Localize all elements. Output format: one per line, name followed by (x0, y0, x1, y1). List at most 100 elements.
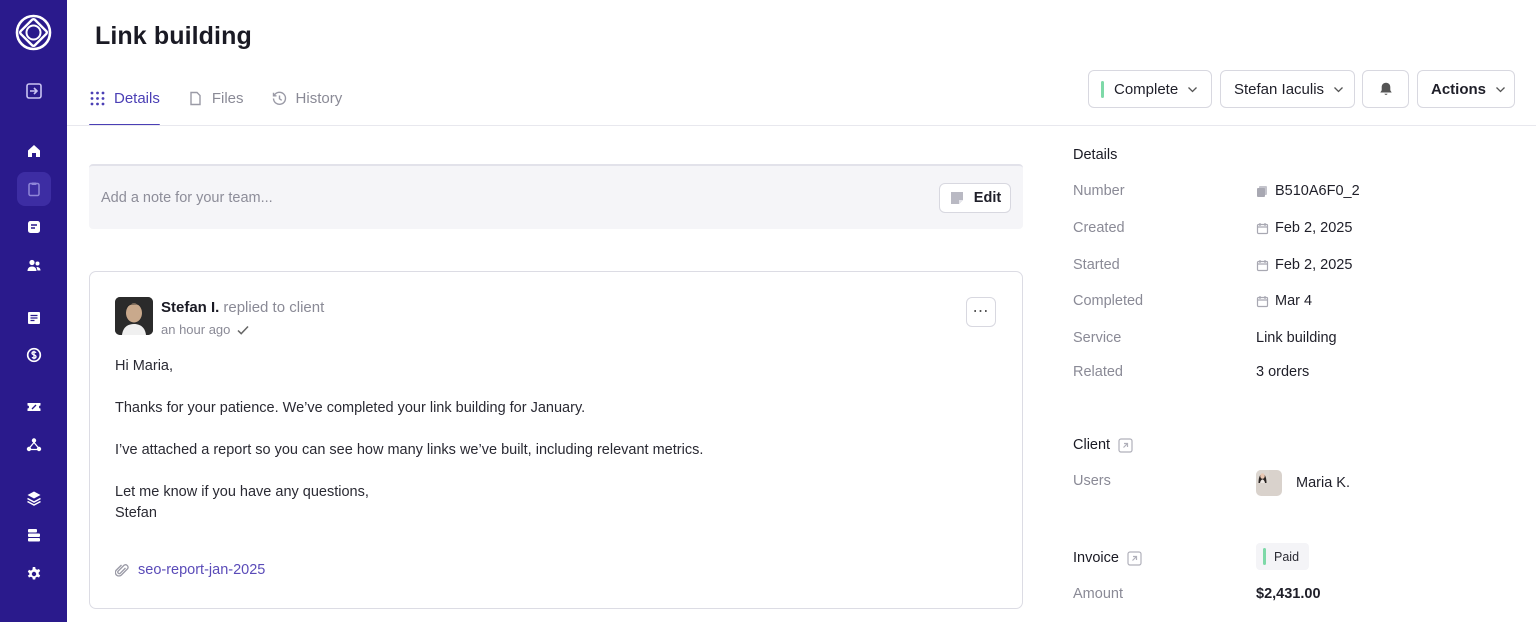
detail-label-created: Created (1073, 220, 1125, 236)
calendar-icon (1256, 295, 1269, 307)
sidebar-item-settings[interactable] (17, 557, 51, 591)
collapse-icon (26, 83, 42, 99)
client-heading[interactable]: Client (1073, 437, 1133, 453)
client-users-label: Users (1073, 473, 1111, 489)
status-indicator (1101, 80, 1104, 98)
network-icon (26, 438, 42, 452)
notifications-button[interactable] (1362, 70, 1409, 108)
status-label: Complete (1114, 80, 1179, 98)
detail-value-related[interactable]: 3 orders (1256, 364, 1309, 380)
team-note[interactable]: Add a note for your team... Edit (89, 164, 1023, 229)
grid-icon (90, 91, 105, 105)
chevron-down-icon (1496, 86, 1505, 92)
chevron-down-icon (1188, 86, 1198, 92)
tab-bar: Details Files History (89, 82, 369, 126)
message-line: Stefan (115, 505, 157, 521)
note-placeholder: Add a note for your team... (101, 190, 273, 206)
client-avatar (1256, 470, 1282, 496)
sidebar-item-billing[interactable] (17, 338, 51, 372)
detail-label-completed: Completed (1073, 293, 1144, 309)
chevron-down-icon (1334, 86, 1344, 92)
app-logo-icon[interactable] (15, 14, 52, 51)
history-icon (272, 91, 286, 105)
detail-label-number: Number (1073, 183, 1125, 199)
copy-icon (1257, 185, 1267, 197)
check-icon (237, 325, 249, 335)
message-card: Stefan I. replied to client an hour ago ⋯… (89, 271, 1023, 609)
invoice-heading-text: Invoice (1073, 550, 1119, 566)
sidebar-item-orders[interactable] (17, 172, 51, 206)
detail-value-started: Feb 2, 2025 (1256, 257, 1352, 273)
sidebar-item-services[interactable] (17, 301, 51, 335)
sidebar-item-clients[interactable] (17, 248, 51, 282)
edit-label: Edit (973, 190, 1002, 206)
sidebar-item-layers[interactable] (17, 481, 51, 515)
tab-files-label: Files (211, 89, 244, 107)
home-icon (28, 145, 40, 157)
calendar-icon (1256, 222, 1269, 234)
more-icon: ⋯ (972, 303, 990, 320)
order-number: B510A6F0_2 (1275, 183, 1360, 199)
paid-indicator (1263, 548, 1266, 565)
invoice-heading[interactable]: Invoice (1073, 550, 1142, 566)
sidebar-item-coupons[interactable] (17, 390, 51, 424)
sidebar-collapse-button[interactable] (17, 74, 51, 108)
invoice-status: Paid (1274, 549, 1300, 564)
external-link-icon (1127, 550, 1142, 566)
sidebar (0, 0, 67, 622)
assignee-dropdown[interactable]: Stefan Iaculis (1220, 70, 1355, 108)
detail-value-service: Link building (1256, 330, 1337, 346)
bell-icon (1379, 82, 1392, 95)
message-line: I’ve attached a report so you can see ho… (115, 442, 704, 458)
client-user[interactable]: Maria K. (1256, 470, 1350, 496)
details-heading: Details (1073, 147, 1117, 163)
assignee-label: Stefan Iaculis (1234, 80, 1325, 98)
tab-details[interactable]: Details (89, 82, 160, 126)
message-time: an hour ago (161, 322, 250, 337)
actions-dropdown[interactable]: Actions (1417, 70, 1515, 108)
tab-files[interactable]: Files (187, 82, 244, 114)
message-action: replied to client (223, 299, 325, 316)
author-avatar (115, 297, 153, 335)
detail-label-started: Started (1073, 257, 1120, 273)
tab-history-label: History (295, 89, 343, 107)
tab-history[interactable]: History (271, 82, 343, 114)
users-icon (27, 259, 41, 271)
invoice-status-badge: Paid (1256, 543, 1310, 570)
note-icon (950, 192, 963, 204)
sidebar-item-integrations[interactable] (17, 518, 51, 552)
message-timestamp: an hour ago (161, 322, 231, 337)
author-name: Stefan I. (161, 299, 220, 316)
client-user-name: Maria K. (1296, 475, 1350, 491)
message-line: Let me know if you have any questions, (115, 484, 369, 500)
attachment-link[interactable]: seo-report-jan-2025 (115, 562, 265, 578)
gear-icon (27, 567, 41, 580)
storefront-icon (28, 312, 40, 324)
invoice-amount: $2,431.00 (1256, 586, 1321, 602)
layers-icon (27, 491, 41, 506)
message-line: Hi Maria, (115, 358, 174, 374)
edit-note-button[interactable]: Edit (939, 183, 1011, 213)
message-more-button[interactable]: ⋯ (966, 297, 996, 327)
sidebar-item-affiliates[interactable] (17, 428, 51, 462)
details-heading-text: Details (1073, 147, 1118, 163)
created-date: Feb 2, 2025 (1275, 220, 1353, 236)
clipboard-icon (28, 182, 40, 197)
page-title: Link building (95, 22, 252, 50)
file-icon (190, 91, 201, 105)
calendar-icon (1256, 259, 1269, 271)
detail-label-related: Related (1073, 364, 1123, 380)
sidebar-item-messages[interactable] (17, 210, 51, 244)
completed-date: Mar 4 (1275, 293, 1313, 309)
detail-value-number[interactable]: B510A6F0_2 (1256, 183, 1360, 199)
status-dropdown[interactable]: Complete (1088, 70, 1212, 108)
detail-value-completed: Mar 4 (1256, 293, 1312, 309)
attachment-name: seo-report-jan-2025 (138, 562, 266, 578)
actions-label: Actions (1431, 80, 1487, 98)
ticket-icon (27, 403, 41, 411)
sidebar-item-home[interactable] (17, 134, 51, 168)
tab-details-label: Details (114, 89, 160, 107)
dollar-circle-icon (26, 347, 42, 363)
paperclip-icon (115, 563, 129, 577)
message-author: Stefan I. replied to client (161, 299, 324, 316)
